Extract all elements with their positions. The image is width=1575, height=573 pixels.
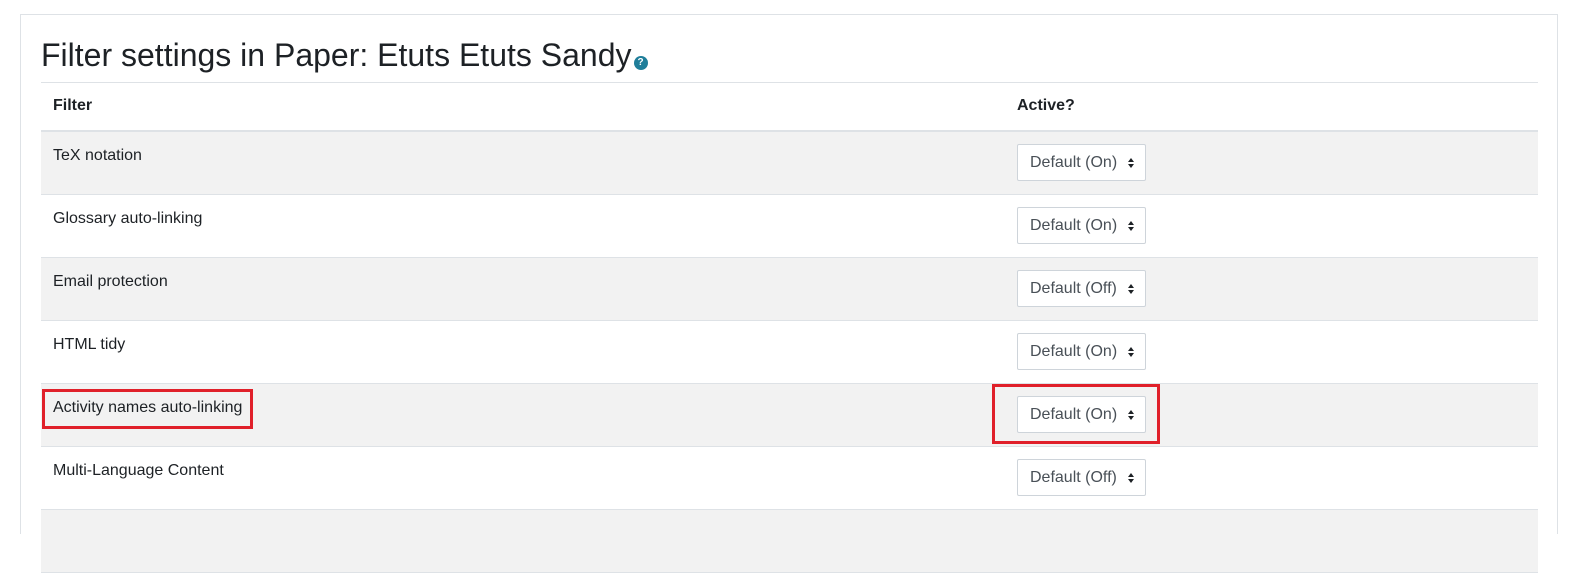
page-title: Filter settings in Paper: Etuts Etuts Sa… <box>41 35 648 75</box>
active-select-tex-notation[interactable]: Default (On) <box>1017 144 1147 181</box>
select-value: Default (On) <box>1030 406 1118 423</box>
table-row: Activity names auto-linking Default (On) <box>41 384 1538 447</box>
select-value: Default (Off) <box>1030 280 1117 297</box>
active-select-html-tidy[interactable]: Default (On) <box>1017 333 1147 370</box>
select-value: Default (On) <box>1030 217 1118 234</box>
filter-name-email-protection: Email protection <box>53 273 168 290</box>
select-value: Default (On) <box>1030 154 1118 171</box>
column-header-filter: Filter <box>53 97 93 114</box>
table-header: Filter Active? <box>41 83 1538 132</box>
active-select-activity-names-auto-linking[interactable]: Default (On) <box>1017 396 1147 433</box>
filter-name-html-tidy: HTML tidy <box>53 336 126 353</box>
filter-settings-card: Filter settings in Paper: Etuts Etuts Sa… <box>20 14 1558 573</box>
table-row: Multi-Language Content Default (Off) <box>41 447 1538 510</box>
active-select-multi-language-content[interactable]: Default (Off) <box>1017 459 1146 496</box>
active-select-email-protection[interactable]: Default (Off) <box>1017 270 1146 307</box>
table-row: TeX notation Default (On) <box>41 132 1538 195</box>
up-down-caret-icon <box>1127 334 1135 369</box>
up-down-caret-icon <box>1127 208 1135 243</box>
filter-name-multi-language-content: Multi-Language Content <box>53 462 224 479</box>
table-row: Email protection Default (Off) <box>41 258 1538 321</box>
up-down-caret-icon <box>1127 460 1135 495</box>
filter-name-activity-names-auto-linking: Activity names auto-linking <box>53 399 243 416</box>
select-value: Default (On) <box>1030 343 1118 360</box>
active-select-glossary-auto-linking[interactable]: Default (On) <box>1017 207 1147 244</box>
page-title-text: Filter settings in Paper: Etuts Etuts Sa… <box>41 37 632 73</box>
filter-name-glossary-auto-linking: Glossary auto-linking <box>53 210 203 227</box>
filter-name-tex-notation: TeX notation <box>53 147 142 164</box>
table-row: HTML tidy Default (On) <box>41 321 1538 384</box>
help-icon[interactable]: ? <box>633 56 648 70</box>
select-value: Default (Off) <box>1030 469 1117 486</box>
table-row: Glossary auto-linking Default (On) <box>41 195 1538 258</box>
table-row <box>41 510 1538 573</box>
up-down-caret-icon <box>1127 271 1135 306</box>
filter-table: Filter Active? TeX notation Default (On)… <box>41 82 1538 573</box>
up-down-caret-icon <box>1127 145 1135 180</box>
column-header-active: Active? <box>1017 97 1075 114</box>
up-down-caret-icon <box>1127 397 1135 432</box>
